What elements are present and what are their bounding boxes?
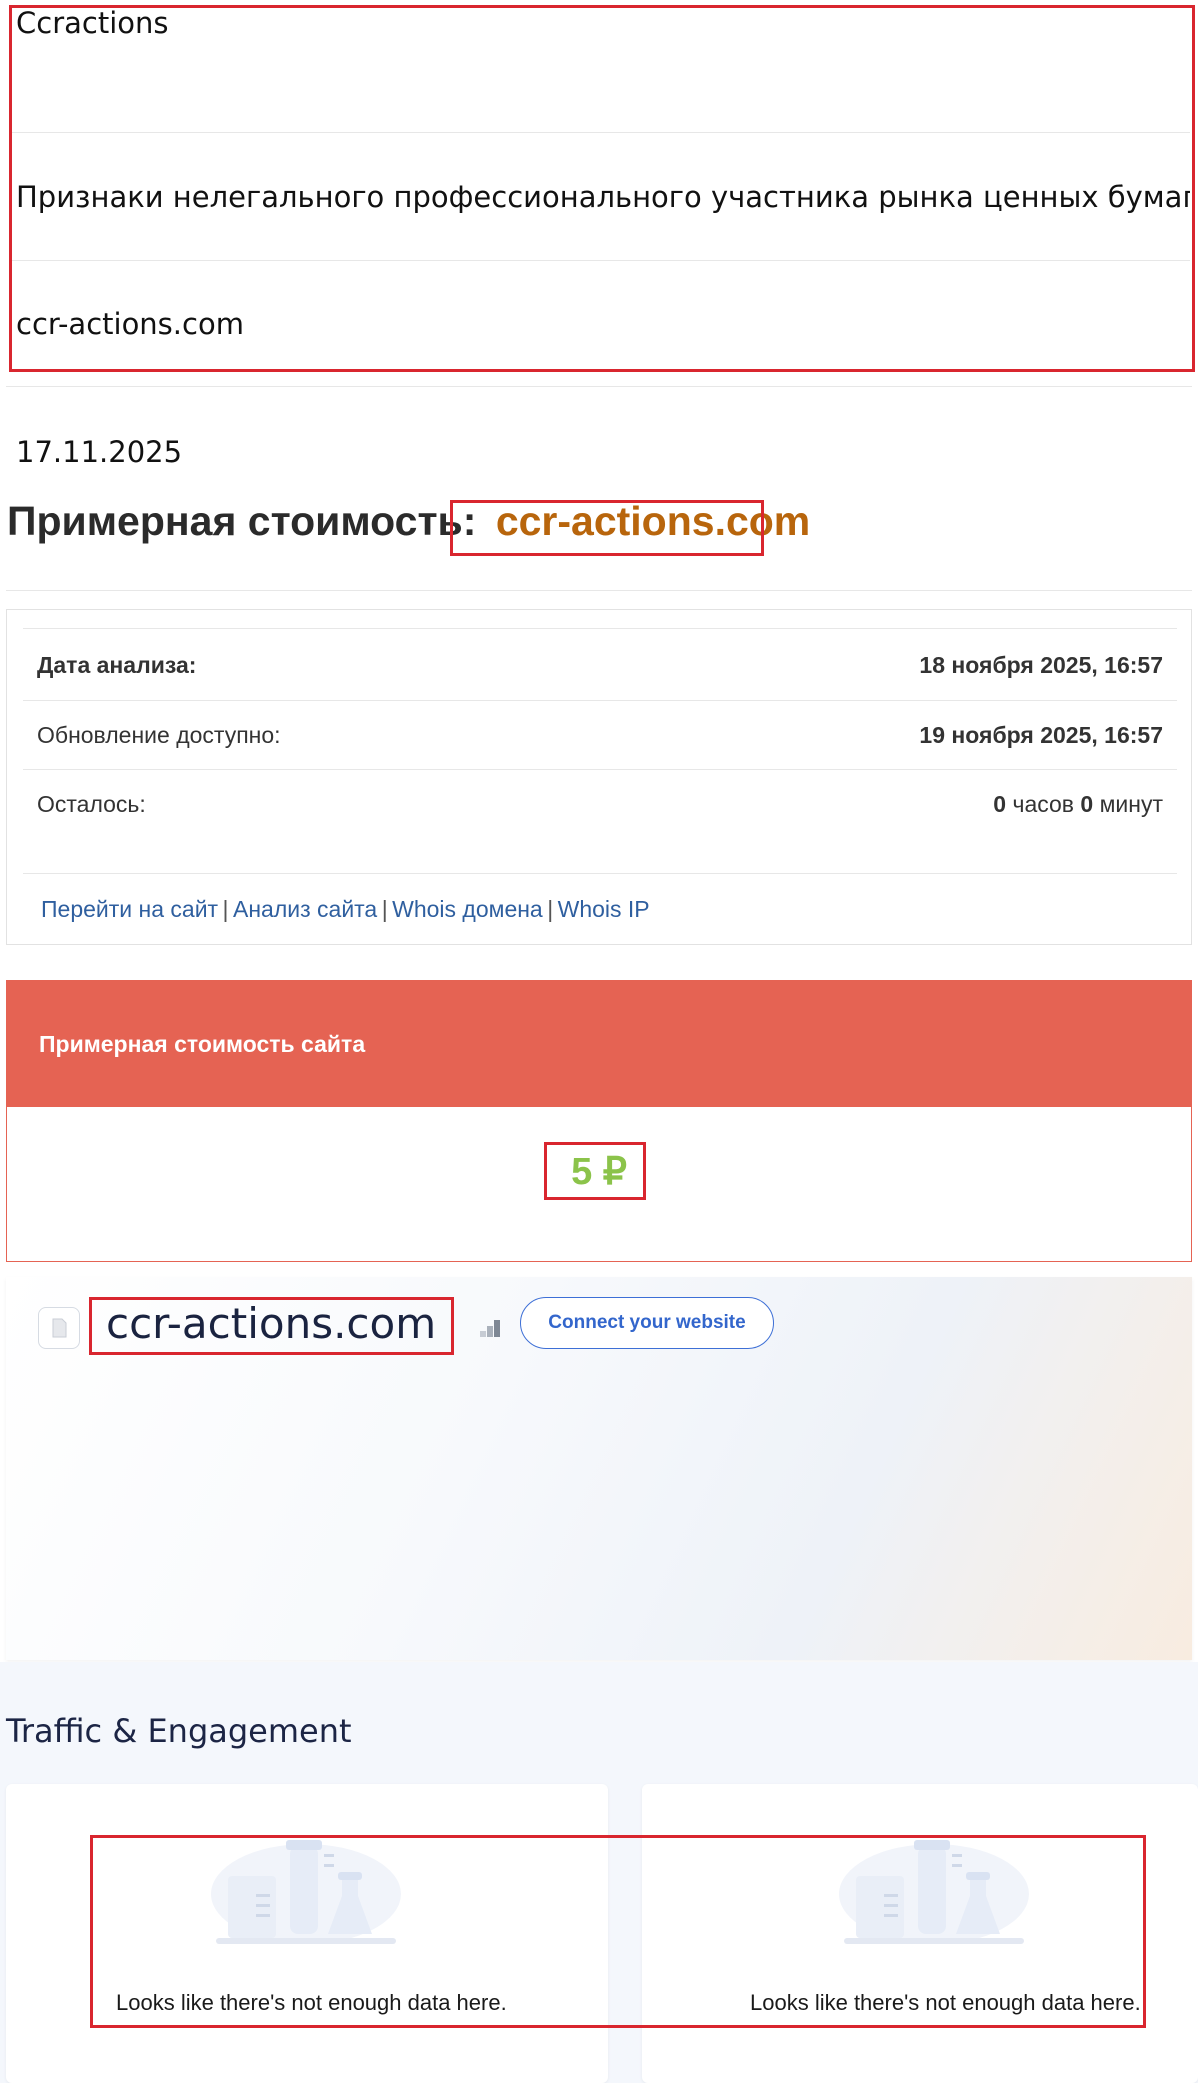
divider — [23, 873, 1177, 874]
divider — [23, 700, 1177, 701]
divider — [6, 386, 1192, 387]
remaining-value: 0 часов 0 минут — [993, 791, 1163, 818]
divider — [23, 769, 1177, 770]
connect-website-button[interactable]: Connect your website — [520, 1297, 774, 1349]
title-prefix: Примерная стоимость: — [7, 498, 477, 544]
update-value: 19 ноября 2025, 16:57 — [919, 722, 1163, 748]
minutes-unit: минут — [1099, 791, 1163, 817]
link-separator: | — [222, 896, 229, 922]
update-label: Обновление доступно: — [37, 722, 281, 748]
highlight-box — [450, 500, 764, 556]
link-site-analysis[interactable]: Анализ сайта — [233, 896, 377, 922]
highlight-box — [544, 1142, 646, 1200]
divider — [6, 590, 1192, 591]
hours-unit: часов — [1012, 791, 1075, 817]
rank-bars-icon — [480, 1315, 506, 1339]
site-value-header-text: Примерная стоимость сайта — [39, 1031, 366, 1057]
highlight-box — [89, 1297, 454, 1355]
link-separator: | — [547, 896, 554, 922]
analysis-date-value: 18 ноября 2025, 16:57 — [919, 652, 1163, 678]
minutes-num: 0 — [1080, 791, 1094, 817]
report-date: 17.11.2025 — [16, 435, 183, 469]
link-separator: | — [381, 896, 388, 922]
link-whois-domain[interactable]: Whois домена — [392, 896, 543, 922]
site-value-panel: Примерная стоимость сайта 5 ₽ — [6, 980, 1192, 1262]
site-favicon-icon — [38, 1307, 80, 1349]
highlight-box — [9, 5, 1195, 372]
section-title: Traffic & Engagement — [6, 1712, 352, 1750]
divider — [23, 628, 1177, 629]
remaining-label: Осталось: — [37, 791, 146, 817]
link-whois-ip[interactable]: Whois IP — [558, 896, 650, 922]
site-value-header: Примерная стоимость сайта — [7, 981, 1191, 1107]
highlight-box — [90, 1835, 1146, 2028]
hours-num: 0 — [993, 791, 1007, 817]
analysis-panel: Дата анализа: 18 ноября 2025, 16:57 Обно… — [6, 609, 1192, 945]
analysis-date-label: Дата анализа: — [37, 652, 197, 678]
connect-website-label: Connect your website — [548, 1312, 746, 1333]
link-go-to-site[interactable]: Перейти на сайт — [41, 896, 218, 922]
analysis-links: Перейти на сайт | Анализ сайта | Whois д… — [41, 896, 650, 923]
